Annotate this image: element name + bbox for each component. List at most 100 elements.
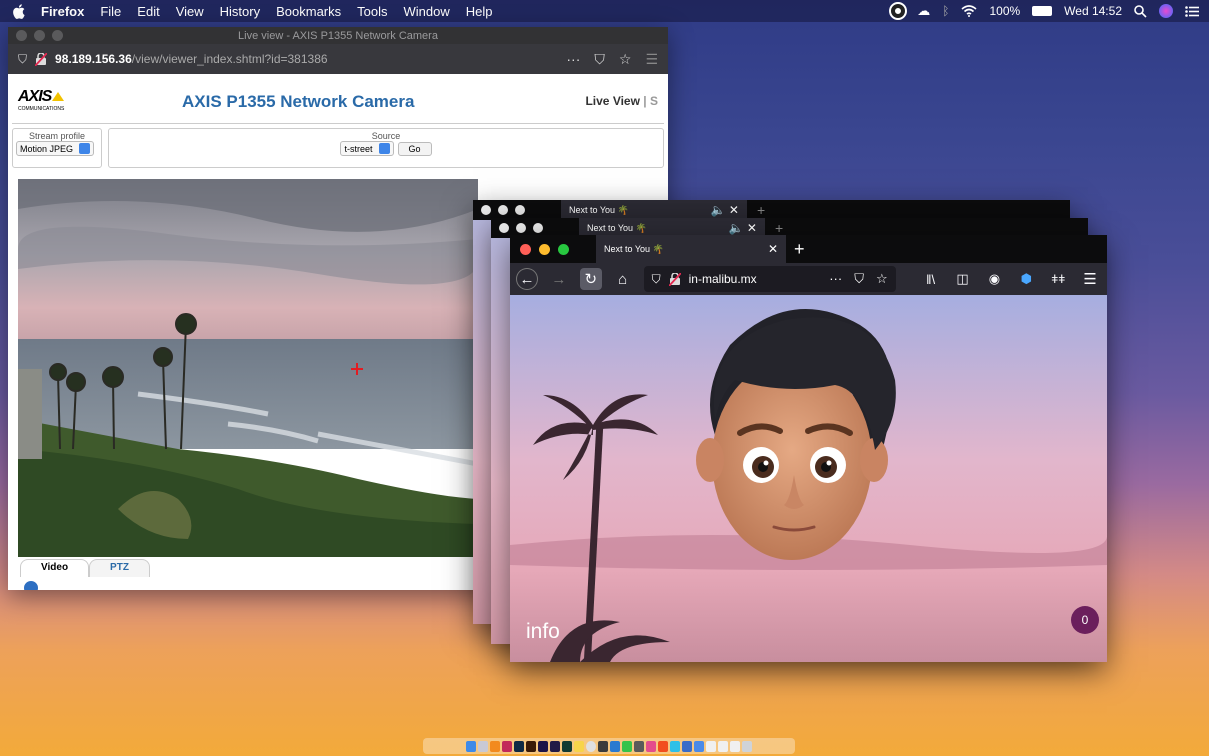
battery-icon[interactable]	[1032, 6, 1053, 16]
battery-percent: 100%	[989, 4, 1021, 18]
tab-video[interactable]: Video	[20, 559, 90, 577]
menu-clock[interactable]: Wed 14:52	[1064, 4, 1122, 18]
bookmark-star-icon[interactable]: ☆	[876, 271, 888, 287]
document-icon[interactable]	[730, 740, 740, 752]
container-tabs-icon[interactable]: ǂǂ	[1047, 268, 1069, 290]
close-tab-icon[interactable]: ✕	[768, 242, 778, 256]
tab-mute-close-icon[interactable]: 🔈 ✕	[711, 203, 739, 217]
source-select[interactable]: t-street	[340, 141, 394, 156]
info-label[interactable]: info	[526, 620, 560, 644]
creative-cloud-icon[interactable]: ☁	[917, 3, 930, 19]
camera-video-feed[interactable]	[18, 179, 478, 557]
hamburger-menu-icon[interactable]: ☰	[1079, 268, 1101, 290]
search-app-icon[interactable]	[682, 740, 692, 752]
go-button[interactable]: Go	[397, 141, 432, 156]
menu-app-name[interactable]: Firefox	[41, 4, 84, 19]
menu-bookmarks[interactable]: Bookmarks	[276, 4, 341, 19]
app-icon[interactable]	[646, 740, 656, 752]
figma-icon[interactable]	[658, 740, 668, 752]
select-arrow-icon	[378, 143, 390, 154]
wifi-icon[interactable]	[961, 5, 977, 17]
tab-ptz[interactable]: PTZ	[89, 559, 150, 577]
messages-icon[interactable]	[622, 740, 632, 752]
browser-tab-active[interactable]: Next to You 🌴 ✕	[596, 235, 786, 263]
minimize-window-button[interactable]	[498, 205, 508, 215]
zoom-window-button[interactable]	[558, 243, 569, 255]
firefox-icon[interactable]	[490, 740, 500, 752]
snapshot-button[interactable]	[22, 579, 40, 590]
menu-history[interactable]: History	[220, 4, 260, 19]
page-actions-icon[interactable]: ···	[829, 271, 842, 287]
browser-tab[interactable]: Next to You 🌴 🔈 ✕	[561, 200, 747, 220]
notes-icon[interactable]	[574, 740, 584, 752]
pocket-icon[interactable]: ⛉	[594, 51, 605, 68]
firefox-window-front[interactable]: Next to You 🌴 ✕ + ← → ↻ ⌂ ⛉ in-malibu.mx …	[510, 235, 1107, 662]
menu-icon[interactable]: ☰	[645, 51, 658, 68]
close-window-button[interactable]	[520, 243, 531, 255]
page-actions-icon[interactable]: ···	[566, 51, 580, 68]
new-tab-icon[interactable]: +	[794, 239, 805, 260]
vscode-icon[interactable]	[610, 740, 620, 752]
menu-window[interactable]: Window	[404, 4, 450, 19]
zoom-window-button[interactable]	[515, 205, 525, 215]
extension-icon[interactable]: ⬢	[1015, 268, 1037, 290]
library-icon[interactable]: ‖\	[920, 268, 942, 290]
app-icon[interactable]	[634, 740, 644, 752]
chrome-icon[interactable]	[586, 740, 596, 752]
stream-profile-select[interactable]: Motion JPEG	[16, 141, 95, 156]
axis-address-bar[interactable]: ⛉ 98.189.156.36/view/viewer_index.shtml?…	[8, 44, 668, 74]
spotlight-search-icon[interactable]	[1134, 4, 1147, 18]
home-icon[interactable]: ⌂	[612, 268, 634, 290]
shield-icon[interactable]: ⛉	[652, 272, 661, 287]
record-icon[interactable]	[889, 2, 908, 20]
menu-file[interactable]: File	[100, 4, 121, 19]
document-icon[interactable]	[706, 740, 716, 752]
document-icon[interactable]	[718, 740, 728, 752]
app-icon[interactable]	[598, 740, 608, 752]
photoshop-icon[interactable]	[514, 740, 524, 752]
live-view-link[interactable]: Live View | S	[585, 94, 658, 108]
pocket-icon[interactable]: ⛉	[854, 271, 864, 287]
finder-icon[interactable]	[466, 740, 476, 752]
insecure-lock-icon[interactable]	[668, 272, 681, 286]
downloads-icon[interactable]	[694, 740, 704, 752]
bookmark-star-icon[interactable]: ☆	[619, 51, 632, 68]
apple-icon[interactable]	[12, 3, 25, 19]
close-window-button[interactable]	[499, 223, 509, 233]
reload-icon[interactable]: ↻	[579, 268, 602, 290]
new-tab-icon[interactable]: +	[775, 220, 783, 236]
notification-badge[interactable]: 0	[1071, 606, 1099, 634]
minimize-window-button[interactable]	[516, 223, 526, 233]
forward-arrow-icon[interactable]: →	[548, 268, 570, 290]
url-host[interactable]: 98.189.156.36	[55, 52, 132, 66]
bluetooth-icon[interactable]: ᛒ	[942, 4, 949, 18]
back-arrow-icon[interactable]: ←	[516, 268, 538, 290]
launchpad-icon[interactable]	[478, 740, 488, 752]
url-path[interactable]: /view/viewer_index.shtml?id=381386	[132, 52, 328, 66]
url-bar[interactable]: ⛉ in-malibu.mx ··· ⛉ ☆	[643, 266, 896, 292]
illustrator-icon[interactable]	[526, 740, 536, 752]
url-text[interactable]: in-malibu.mx	[689, 272, 757, 286]
after-effects-icon[interactable]	[538, 740, 548, 752]
menu-tools[interactable]: Tools	[357, 4, 387, 19]
shield-icon[interactable]: ⛉	[18, 52, 27, 67]
audition-icon[interactable]	[562, 740, 572, 752]
menu-help[interactable]: Help	[466, 4, 493, 19]
indesign-icon[interactable]	[502, 740, 512, 752]
trash-icon[interactable]	[742, 740, 752, 752]
premiere-icon[interactable]	[550, 740, 560, 752]
siri-icon[interactable]	[1159, 4, 1173, 18]
close-window-button[interactable]	[481, 205, 491, 215]
menu-edit[interactable]: Edit	[137, 4, 159, 19]
tab-mute-close-icon[interactable]: 🔈 ✕	[729, 221, 757, 235]
sidebar-icon[interactable]: ◫	[952, 268, 974, 290]
zoom-window-button[interactable]	[533, 223, 543, 233]
notification-center-icon[interactable]	[1185, 5, 1199, 17]
account-icon[interactable]: ◉	[983, 268, 1005, 290]
app-icon[interactable]	[670, 740, 680, 752]
minimize-window-button[interactable]	[539, 243, 550, 255]
new-tab-icon[interactable]: +	[757, 202, 765, 218]
insecure-lock-icon[interactable]	[35, 52, 48, 66]
menu-view[interactable]: View	[176, 4, 204, 19]
axis-window-titlebar[interactable]: Live view - AXIS P1355 Network Camera	[8, 27, 668, 44]
